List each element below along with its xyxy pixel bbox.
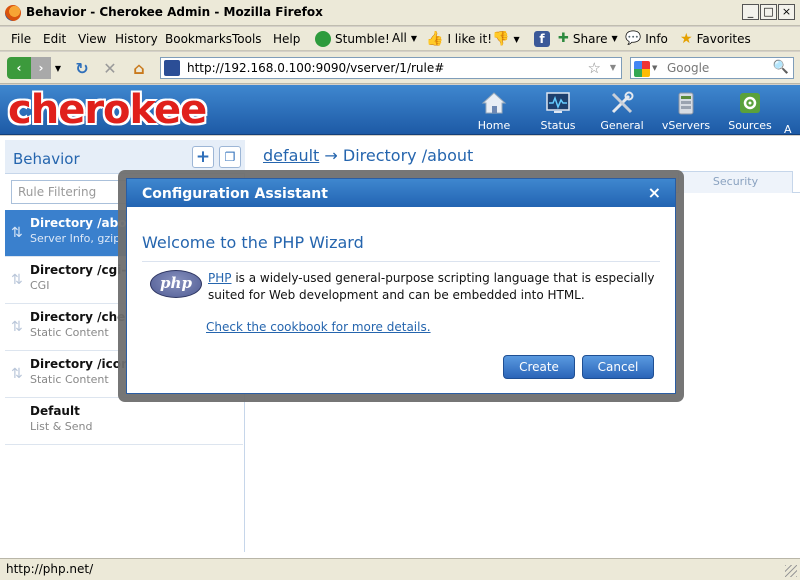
sidebar-header: Behavior + ❐ [5, 140, 245, 174]
configuration-assistant-dialog: Configuration Assistant × Welcome to the… [126, 178, 676, 394]
drag-arrow-icon[interactable]: ⇅ [11, 224, 23, 242]
breadcrumb-default-link[interactable]: default [263, 146, 319, 165]
stumble-button[interactable]: Stumble! [315, 31, 390, 47]
gear-icon [740, 93, 760, 113]
cherokee-header: cherokee Home Status General vServers So… [0, 85, 800, 135]
nav-more[interactable]: A [784, 123, 800, 134]
menu-view[interactable]: View [78, 32, 106, 46]
dialog-title: Configuration Assistant [142, 186, 328, 202]
nav-sources[interactable]: Sources [720, 90, 780, 132]
nav-status[interactable]: Status [528, 90, 588, 132]
minimize-button[interactable]: _ [742, 4, 759, 20]
home-button[interactable]: ⌂ [128, 57, 150, 79]
sidebar-title: Behavior [13, 150, 80, 168]
menu-history[interactable]: History [115, 32, 158, 46]
php-link[interactable]: PHP [208, 271, 232, 285]
menu-file[interactable]: File [11, 32, 31, 46]
chevron-down-icon: ▼ [54, 63, 62, 73]
close-window-button[interactable]: × [778, 4, 795, 20]
home-icon: ⌂ [133, 58, 145, 78]
facebook-icon: f [534, 31, 550, 47]
site-favicon [164, 60, 180, 76]
clone-rule-button[interactable]: ❐ [219, 146, 241, 168]
resize-grip[interactable] [785, 565, 797, 577]
chevron-down-icon: ▼ [611, 34, 618, 43]
search-placeholder: Google [667, 61, 710, 75]
chevron-down-icon[interactable]: ▼ [610, 63, 616, 72]
all-dropdown[interactable]: All ▼ [392, 31, 417, 45]
facebook-button[interactable]: f [534, 31, 550, 47]
window-title: Behavior - Cherokee Admin - Mozilla Fire… [26, 5, 323, 19]
servers-icon [678, 92, 694, 115]
cookbook-link[interactable]: Check the cookbook for more details. [206, 320, 431, 334]
menu-tools[interactable]: Tools [232, 32, 262, 46]
star-icon: ★ [680, 31, 693, 47]
forward-arrow-icon: › [38, 61, 44, 75]
plus-icon: + [195, 147, 211, 167]
cancel-button[interactable]: Cancel [582, 355, 654, 379]
add-rule-button[interactable]: + [192, 146, 214, 168]
page-title: default → Directory /about [263, 146, 473, 165]
reload-icon: ↻ [75, 58, 89, 78]
speech-bubble-icon: 💬 [625, 31, 642, 46]
like-button[interactable]: 👍 I like it! [426, 31, 492, 47]
close-icon[interactable]: × [648, 183, 661, 202]
url-text: http://192.168.0.100:9090/vserver/1/rule… [187, 61, 445, 75]
maximize-button[interactable]: □ [760, 4, 777, 20]
php-logo: php [150, 270, 202, 298]
dislike-button[interactable]: 👎 ▼ [492, 31, 520, 47]
favorites-button[interactable]: ★ Favorites [680, 31, 751, 47]
menu-edit[interactable]: Edit [43, 32, 66, 46]
monitor-icon [546, 92, 570, 113]
status-text: http://php.net/ [6, 562, 94, 576]
drag-arrow-icon[interactable]: ⇅ [11, 365, 23, 383]
bookmark-star-icon[interactable]: ☆ [588, 59, 601, 77]
chevron-down-icon: ▼ [513, 34, 520, 44]
nav-general[interactable]: General [592, 90, 652, 132]
navigation-toolbar: ‹ › ▼ ↻ ✕ ⌂ http://192.168.0.100:9090/vs… [0, 52, 800, 84]
reload-button[interactable]: ↻ [72, 57, 92, 79]
thumbs-up-icon: 👍 [426, 31, 444, 47]
search-icon[interactable]: 🔍 [773, 60, 789, 75]
breadcrumb-current: → Directory /about [324, 146, 474, 165]
chevron-down-icon: ▼ [410, 33, 418, 43]
wizard-description: PHP is a widely-used general-purpose scr… [208, 271, 655, 302]
drag-arrow-icon[interactable]: ⇅ [11, 318, 23, 336]
back-button[interactable]: ‹ [7, 57, 31, 79]
forward-button[interactable]: › [31, 57, 51, 79]
url-bar[interactable]: http://192.168.0.100:9090/vserver/1/rule… [160, 57, 622, 79]
share-icon: ✚ [558, 31, 569, 46]
share-button[interactable]: ✚ Share ▼ [558, 31, 618, 46]
stop-icon: ✕ [103, 58, 117, 78]
menu-bookmarks[interactable]: Bookmarks [165, 32, 232, 46]
home-icon [481, 92, 507, 114]
info-button[interactable]: 💬 Info [625, 31, 668, 46]
chevron-down-icon[interactable]: ▼ [652, 64, 657, 72]
tab-security[interactable]: Security [678, 171, 793, 193]
firefox-icon [5, 5, 21, 21]
stop-button[interactable]: ✕ [100, 57, 120, 79]
copy-icon: ❐ [224, 150, 236, 164]
wizard-heading: Welcome to the PHP Wizard [142, 233, 364, 252]
divider [142, 261, 660, 262]
search-box[interactable]: ▼ Google 🔍 [630, 57, 794, 79]
stumbleupon-icon [315, 31, 331, 47]
create-button[interactable]: Create [503, 355, 575, 379]
back-arrow-icon: ‹ [16, 61, 22, 75]
history-dropdown[interactable]: ▼ [52, 57, 64, 79]
drag-arrow-icon[interactable]: ⇅ [11, 271, 23, 289]
google-icon [634, 61, 650, 77]
menu-help[interactable]: Help [273, 32, 300, 46]
dialog-header: Configuration Assistant × [127, 179, 675, 207]
cherokee-logo[interactable]: cherokee [8, 87, 207, 133]
window-titlebar: Behavior - Cherokee Admin - Mozilla Fire… [0, 0, 800, 26]
status-bar: http://php.net/ [0, 558, 800, 580]
nav-home[interactable]: Home [464, 90, 524, 132]
rule-item[interactable]: Default List & Send [5, 398, 243, 445]
thumbs-down-icon: 👎 [492, 31, 510, 47]
tools-icon [611, 91, 634, 114]
nav-vservers[interactable]: vServers [656, 90, 716, 132]
menu-bar: File Edit View History Bookmarks Tools H… [0, 27, 800, 51]
